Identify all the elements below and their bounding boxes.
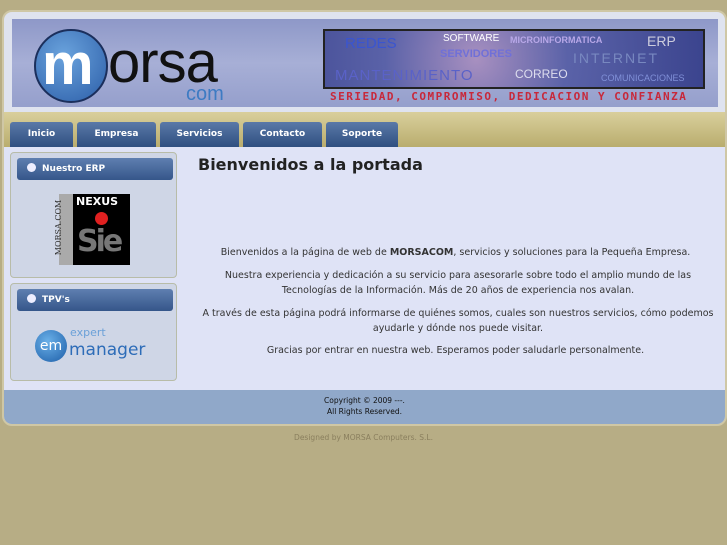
sidebar-heading-label: Nuestro ERP (42, 164, 106, 174)
text: , servicios y soluciones para la Pequeña… (453, 247, 691, 258)
services-banner: REDES SOFTWARE MICROINFORMATICA ERP SERV… (323, 29, 705, 89)
sidebar-heading: TPV's (17, 289, 173, 311)
morsa-vertical-text: MORSA.COM (54, 199, 64, 256)
sidebar-heading-label: TPV's (42, 295, 70, 305)
logo-m: m (42, 32, 94, 97)
sidebar-box-erp: Nuestro ERP MORSA.COM NEXUS Sie (10, 152, 177, 278)
company-name: MORSACOM (389, 247, 454, 258)
bullet-icon (27, 294, 36, 303)
rights-text: All Rights Reserved. (326, 407, 402, 416)
service-word: MANTENIMIENTO (335, 67, 474, 84)
sie-text: Sie (77, 224, 123, 259)
nexus-sie-logo[interactable]: MORSA.COM NEXUS Sie (54, 194, 130, 265)
tab-inicio[interactable]: Inicio (10, 122, 73, 147)
manager-text: manager (69, 340, 146, 360)
content-area: Nuestro ERP MORSA.COM NEXUS Sie TPV's em… (4, 147, 725, 390)
page-container: m orsa com REDES SOFTWARE MICROINFORMATI… (2, 10, 727, 426)
service-word: SOFTWARE (443, 33, 500, 44)
logo-com: com (186, 83, 224, 105)
bullet-icon (27, 163, 36, 172)
tab-soporte[interactable]: Soporte (326, 122, 398, 147)
service-word: MICROINFORMATICA (510, 35, 603, 45)
footer: Copyright © 2009 ---. All Rights Reserve… (4, 390, 725, 424)
header-banner: m orsa com REDES SOFTWARE MICROINFORMATI… (12, 19, 718, 107)
service-word: ERP (647, 33, 676, 49)
sidebar-box-tpv: TPV's em expert manager (10, 283, 177, 381)
em-badge: em (35, 330, 67, 362)
tab-servicios[interactable]: Servicios (160, 122, 239, 147)
copyright-text: Copyright © 2009 ---. (324, 396, 405, 405)
tab-empresa[interactable]: Empresa (77, 122, 156, 147)
tab-contacto[interactable]: Contacto (243, 122, 322, 147)
page-title: Bienvenidos a la portada (198, 155, 423, 174)
morsa-logo[interactable]: m orsa com (30, 25, 240, 105)
service-word: SERVIDORES (440, 48, 512, 60)
service-word: REDES (345, 35, 397, 52)
sidebar-heading: Nuestro ERP (17, 158, 173, 180)
tagline: SERIEDAD, COMPROMISO, DEDICACION Y CONFI… (330, 90, 688, 103)
service-word: CORREO (515, 67, 568, 81)
info-paragraph: A través de esta página podrá informarse… (202, 308, 714, 334)
experience-paragraph: Nuestra experiencia y dedicación a su se… (224, 270, 692, 296)
nexus-text: NEXUS (76, 195, 119, 208)
service-word: COMUNICACIONES (601, 73, 685, 83)
main-nav: Inicio Empresa Servicios Contacto Soport… (4, 112, 725, 147)
expert-text: expert (70, 326, 106, 339)
thanks-paragraph: Gracias por entrar en nuestra web. Esper… (266, 345, 645, 356)
intro-paragraph: Bienvenidos a la página de web de MORSAC… (192, 245, 719, 260)
expert-manager-logo[interactable]: em expert manager (35, 326, 155, 364)
designed-by-text: Designed by MORSA Computers. S.L. (294, 433, 433, 442)
service-word: INTERNET (573, 50, 659, 66)
text: Bienvenidos a la página de web de (220, 247, 390, 258)
